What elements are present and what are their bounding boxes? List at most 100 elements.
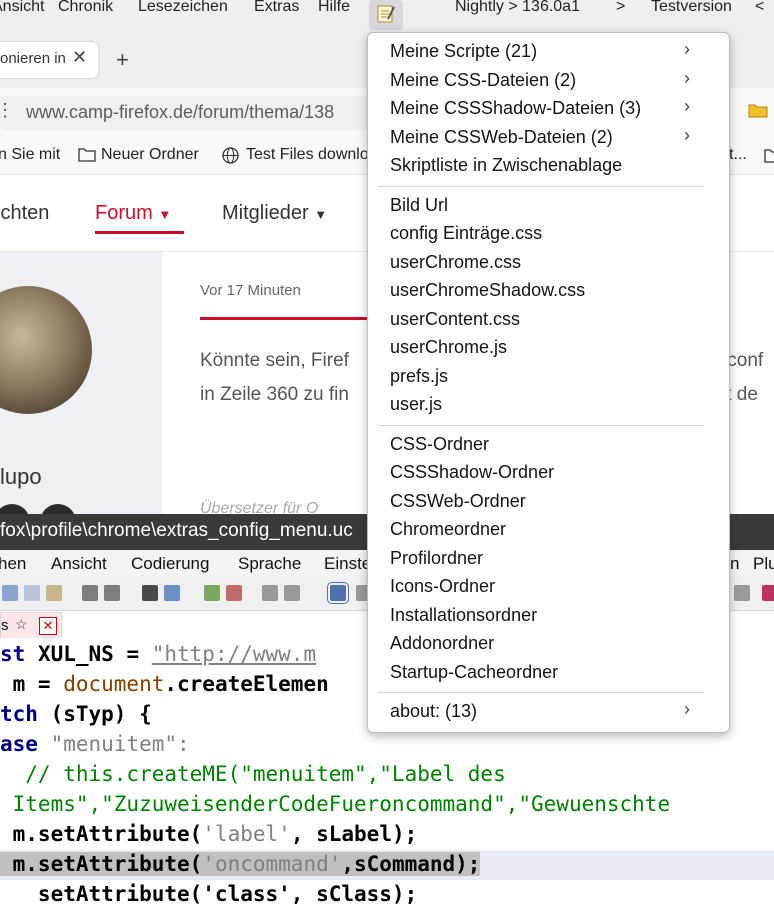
menu-bar: Ansicht Chronik Lesezeichen Extras Hilfe… (0, 0, 774, 30)
editor-menu-sprache[interactable]: Sprache (238, 554, 301, 574)
menuitem-meine-scripte[interactable]: Meine Scripte (21) (390, 41, 537, 62)
menuitem-userchrome-css[interactable]: userChrome.css (390, 252, 521, 273)
menu-chronik[interactable]: Chronik (58, 0, 113, 16)
close-icon[interactable]: ✕ (72, 47, 87, 68)
menuitem-skriptliste[interactable]: Skriptliste in Zwischenablage (390, 155, 622, 176)
window-title-profile: Testversion (651, 0, 732, 15)
document-tab[interactable]: s ☆ ✕ (0, 612, 62, 639)
bookmark-test-files[interactable]: Test Files downlo (246, 146, 369, 164)
folder-icon[interactable] (748, 102, 768, 118)
nav-forum[interactable]: Forum ▼ (95, 202, 171, 225)
bookmark-folder-neuer-ordner[interactable]: Neuer Ordner (101, 146, 199, 164)
copy-icon[interactable] (24, 585, 40, 601)
menuitem-meine-cssshadow-dateien[interactable]: Meine CSSShadow-Dateien (3) (390, 98, 641, 119)
chevron-right-icon: › (684, 125, 690, 145)
post-timestamp[interactable]: Vor 17 Minuten (200, 282, 301, 299)
user-sidebar: lupo (0, 252, 162, 540)
menu-lesezeichen[interactable]: Lesezeichen (138, 0, 228, 16)
post-text-line: Könnte sein, Firef (200, 350, 349, 371)
close-icon[interactable]: ✕ (39, 617, 57, 635)
active-nav-underline (95, 231, 184, 234)
post-divider (200, 317, 370, 320)
extras-config-popup-menu: Meine Scripte (21) › Meine CSS-Dateien (… (367, 32, 730, 733)
menuitem-installationsordner[interactable]: Installationsordner (390, 605, 537, 626)
menuitem-profilordner[interactable]: Profilordner (390, 548, 483, 569)
find-icon[interactable] (142, 585, 158, 601)
menu-hilfe[interactable]: Hilfe (318, 0, 350, 16)
zoom-out-icon[interactable] (226, 585, 242, 601)
menu-ansicht[interactable]: Ansicht (0, 0, 44, 16)
nav-forum-label: Forum (95, 202, 153, 224)
bookmark-item[interactable]: t... (729, 146, 747, 164)
menuitem-userchromeshadow-css[interactable]: userChromeShadow.css (390, 280, 585, 301)
code-line: m = document.createElemen (0, 672, 329, 696)
menuitem-chromeordner[interactable]: Chromeordner (390, 519, 506, 540)
editor-menu-item[interactable]: n (730, 554, 739, 574)
editor-menu-plugins[interactable]: Plu (753, 554, 774, 574)
page-info-icon[interactable]: ⋮ (0, 100, 14, 121)
toolbar-icon[interactable] (762, 585, 774, 601)
url-text: www.camp-firefox.de/forum/thema/138 (26, 102, 335, 122)
editor-menu-ansicht[interactable]: Ansicht (51, 554, 107, 574)
cut-icon[interactable] (2, 585, 18, 601)
folder-icon (764, 148, 774, 168)
nav-mitglieder-label: Mitglieder (222, 202, 309, 224)
redo-icon[interactable] (104, 585, 120, 601)
menuitem-usercontent-css[interactable]: userContent.css (390, 309, 520, 330)
browser-tab[interactable]: onieren in ✕ (0, 42, 98, 78)
sync-vertical-icon[interactable] (262, 585, 278, 601)
chevron-right-icon: › (684, 96, 690, 116)
editor-menu-codierung[interactable]: Codierung (131, 554, 209, 574)
menuitem-icons-ordner[interactable]: Icons-Ordner (390, 576, 495, 597)
menuitem-css-ordner[interactable]: CSS-Ordner (390, 434, 489, 455)
caret-down-icon: ▼ (314, 207, 328, 222)
code-comment-line: // this.createME("menuitem","Label des (0, 762, 506, 786)
caret-down-icon: ▼ (158, 207, 172, 222)
url-bar[interactable]: ⋮ www.camp-firefox.de/forum/thema/138 (0, 96, 420, 130)
replace-icon[interactable] (164, 585, 180, 601)
editor-menu-einstellungen[interactable]: Einste (324, 554, 371, 574)
menuitem-meine-cssweb-dateien[interactable]: Meine CSSWeb-Dateien (2) (390, 127, 613, 148)
menuitem-startup-cacheordner[interactable]: Startup-Cacheordner (390, 662, 558, 683)
menu-separator (378, 692, 704, 693)
code-line: tch (sTyp) { (0, 702, 152, 726)
avatar[interactable] (0, 286, 92, 414)
menuitem-userchrome-js[interactable]: userChrome.js (390, 337, 507, 358)
menuitem-addonordner[interactable]: Addonordner (390, 633, 494, 654)
code-line: ase "menuitem": (0, 732, 190, 756)
menu-separator (378, 186, 704, 187)
pin-icon[interactable]: ☆ (15, 616, 28, 633)
chevron-right-icon: › (684, 39, 690, 59)
bookmark-item[interactable]: n Sie mit (0, 146, 60, 164)
document-tab-label: s (1, 617, 9, 634)
menuitem-about[interactable]: about: (13) (390, 701, 477, 722)
window-title-chevron: < (755, 0, 765, 15)
menuitem-bild-url[interactable]: Bild Url (390, 195, 448, 216)
menuitem-prefs-js[interactable]: prefs.js (390, 366, 448, 387)
undo-icon[interactable] (82, 585, 98, 601)
username[interactable]: lupo (0, 464, 42, 490)
nav-mitglieder[interactable]: Mitglieder ▼ (222, 202, 327, 225)
word-wrap-icon[interactable] (327, 582, 349, 604)
menuitem-meine-css-dateien[interactable]: Meine CSS-Dateien (2) (390, 70, 576, 91)
sync-horizontal-icon[interactable] (284, 585, 300, 601)
window-title-separator: > (616, 0, 626, 15)
paste-icon[interactable] (46, 585, 62, 601)
post-text-line: in Zeile 360 zu fin (200, 384, 349, 405)
globe-icon (222, 147, 239, 169)
toolbar-icon[interactable] (734, 585, 750, 601)
editor-menu-suchen[interactable]: hen (0, 554, 26, 574)
extension-icon[interactable] (369, 0, 403, 30)
menuitem-cssweb-ordner[interactable]: CSSWeb-Ordner (390, 491, 526, 512)
new-tab-button[interactable]: + (116, 47, 129, 73)
editor-title: fox\profile\chrome\extras_config_menu.uc (0, 520, 353, 541)
menuitem-user-js[interactable]: user.js (390, 394, 442, 415)
menu-extras[interactable]: Extras (254, 0, 299, 16)
window-title-version: Nightly > 136.0a1 (455, 0, 580, 15)
code-comment-line: Items","ZuzuweisenderCodeFueroncommand",… (0, 792, 671, 816)
code-line-current: m.setAttribute('oncommand',sCommand); (0, 852, 481, 876)
menuitem-cssshadow-ordner[interactable]: CSSShadow-Ordner (390, 462, 554, 483)
nav-nachrichten[interactable]: ichten (0, 202, 49, 225)
zoom-in-icon[interactable] (204, 585, 220, 601)
menuitem-config-eintraege[interactable]: config Einträge.css (390, 223, 542, 244)
